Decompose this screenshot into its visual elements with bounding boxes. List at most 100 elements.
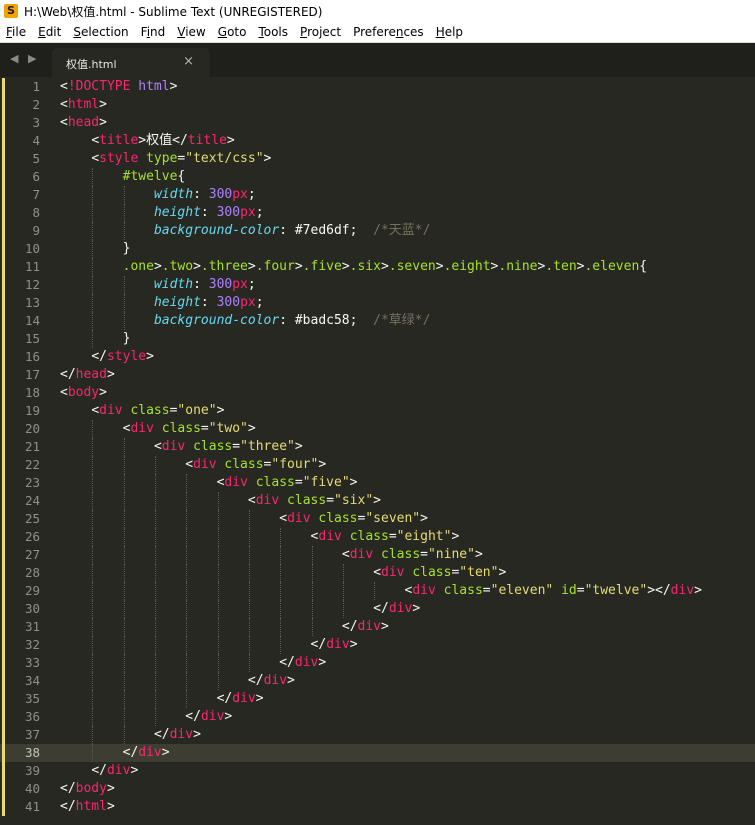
code-token: <	[185, 457, 194, 472]
menu-view[interactable]: View	[171, 25, 211, 39]
code-line[interactable]: 22 <div class="four">	[0, 456, 755, 474]
indent-guide	[311, 618, 313, 636]
code-token: html	[67, 97, 100, 112]
code-text: </style>	[91, 348, 154, 366]
code-line[interactable]: 1 <!DOCTYPE html>	[0, 78, 755, 96]
code-line[interactable]: 14 background-color: #badc58; /*草绿*/	[0, 312, 755, 330]
code-token: div	[232, 691, 256, 706]
indent-guide	[186, 582, 188, 600]
code-line[interactable]: 3 <head>	[0, 114, 755, 132]
code-token: ;	[255, 205, 264, 220]
indent-guide	[217, 492, 219, 510]
menu-find[interactable]: Find	[135, 25, 172, 39]
code-line[interactable]: 4 <title>权值</title>	[0, 132, 755, 150]
code-text: </div>	[217, 690, 264, 708]
code-token: body	[67, 385, 100, 400]
line-number: 34	[24, 673, 40, 688]
code-token: <	[279, 511, 288, 526]
indent-guide	[123, 636, 125, 654]
code-line[interactable]: 17 </head>	[0, 366, 755, 384]
code-text: <title>权值</title>	[91, 132, 234, 150]
code-line[interactable]: 28 <div class="ten">	[0, 564, 755, 582]
tab-active-file[interactable]: 权值.html ×	[52, 48, 210, 77]
code-text: <div class="two">	[123, 420, 256, 438]
code-line[interactable]: 32 </div>	[0, 636, 755, 654]
code-token: .eight	[443, 259, 491, 274]
code-token: 300	[216, 295, 241, 310]
code-line[interactable]: 23 <div class="five">	[0, 474, 755, 492]
tab-nav-arrows-icon[interactable]: ◀ ▶	[10, 52, 39, 65]
menu-edit[interactable]: Edit	[32, 25, 67, 39]
code-token: "six"	[334, 493, 374, 508]
menu-goto[interactable]: Goto	[212, 25, 253, 39]
code-line[interactable]: 8 height: 300px;	[0, 204, 755, 222]
code-token: head	[67, 115, 100, 130]
tab-bar: ◀ ▶ 权值.html ×	[0, 43, 755, 77]
code-token: div	[318, 529, 342, 544]
code-line[interactable]: 35 </div>	[0, 690, 755, 708]
code-line[interactable]: 7 width: 300px;	[0, 186, 755, 204]
code-token: =	[232, 439, 241, 454]
code-line[interactable]: 36 </div>	[0, 708, 755, 726]
code-token: div	[412, 583, 436, 598]
code-line[interactable]: 25 <div class="seven">	[0, 510, 755, 528]
code-line[interactable]: 41 </html>	[0, 798, 755, 816]
indent-guide	[186, 510, 188, 528]
code-token: .five	[302, 259, 342, 274]
code-line[interactable]: 21 <div class="three">	[0, 438, 755, 456]
code-line[interactable]: 12 width: 300px;	[0, 276, 755, 294]
code-line[interactable]: 6 #twelve{	[0, 168, 755, 186]
code-line[interactable]: 30 </div>	[0, 600, 755, 618]
indent-guide	[92, 312, 94, 330]
code-token: #7ed6df	[294, 223, 350, 238]
code-text: <html>	[60, 96, 107, 114]
line-number: 1	[32, 79, 40, 94]
code-line[interactable]: 10}	[0, 240, 755, 258]
code-token: "eight"	[396, 529, 452, 544]
code-token: =	[326, 493, 335, 508]
code-line[interactable]: 26 <div class="eight">	[0, 528, 755, 546]
code-text: }	[123, 240, 131, 258]
code-line[interactable]: 19 <div class="one">	[0, 402, 755, 420]
close-icon[interactable]: ×	[183, 54, 194, 69]
code-line[interactable]: 16 </style>	[0, 348, 755, 366]
code-line[interactable]: 24 <div class="six">	[0, 492, 755, 510]
menu-file[interactable]: File	[0, 25, 32, 39]
indent-guide	[123, 690, 125, 708]
code-line[interactable]: 37 </div>	[0, 726, 755, 744]
menu-tools[interactable]: Tools	[252, 25, 294, 39]
menu-project[interactable]: Project	[294, 25, 347, 39]
code-text: </div>	[123, 744, 170, 762]
code-line[interactable]: 2 <html>	[0, 96, 755, 114]
code-line[interactable]: 27 <div class="nine">	[0, 546, 755, 564]
code-editor[interactable]: 1 <!DOCTYPE html> 2 <html> 3 <head> 4 <title>权值…	[0, 77, 755, 825]
code-line[interactable]: 20 <div class="two">	[0, 420, 755, 438]
code-text: <head>	[60, 114, 107, 132]
code-line[interactable]: 39 </div>	[0, 762, 755, 780]
indent-guide	[342, 564, 344, 582]
indent-guide	[92, 240, 94, 258]
code-token: div	[224, 475, 248, 490]
code-line[interactable]: 18 <body>	[0, 384, 755, 402]
code-line[interactable]: 5 <style type="text/css">	[0, 150, 755, 168]
indent-guide	[92, 708, 94, 726]
code-line[interactable]: 15}	[0, 330, 755, 348]
menu-preferences[interactable]: Preferences	[347, 25, 430, 39]
indent-guide	[92, 222, 94, 240]
line-number: 25	[24, 511, 40, 526]
code-line[interactable]: 9 background-color: #7ed6df; /*天蓝*/	[0, 222, 755, 240]
code-line[interactable]: 29 <div class="eleven" id="twelve"></div>	[0, 582, 755, 600]
menu-help[interactable]: Help	[430, 25, 469, 39]
menu-selection[interactable]: Selection	[67, 25, 134, 39]
code-line[interactable]: 34 </div>	[0, 672, 755, 690]
code-line[interactable]: 33 </div>	[0, 654, 755, 672]
code-line[interactable]: 40 </body>	[0, 780, 755, 798]
code-token: >	[287, 673, 295, 688]
indent-guide	[217, 618, 219, 636]
code-line[interactable]: 38 </div>	[0, 744, 755, 762]
code-line[interactable]: 11 .one>.two>.three>.four>.five>.six>.sev…	[0, 258, 755, 276]
code-line[interactable]: 31 </div>	[0, 618, 755, 636]
code-line[interactable]: 13 height: 300px;	[0, 294, 755, 312]
code-token: :	[200, 295, 217, 310]
